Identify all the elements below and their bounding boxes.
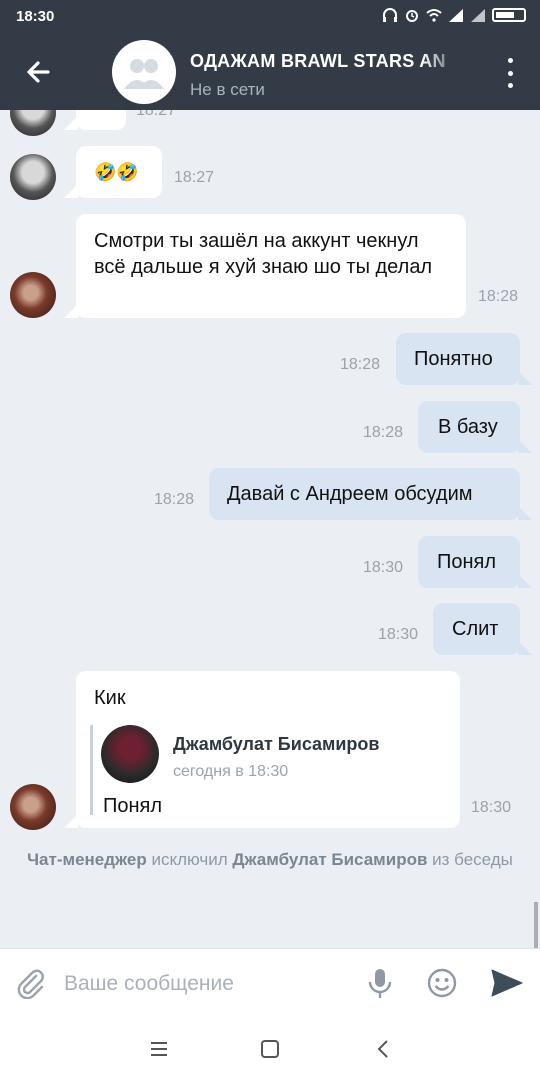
message-time: 18:27 xyxy=(174,169,215,186)
message-text: Смотри ты зашёл на аккунт чекнул всё дал… xyxy=(94,230,433,278)
scrollbar[interactable] xyxy=(534,902,538,948)
avatar[interactable] xyxy=(10,154,56,200)
chat-avatar[interactable] xyxy=(112,40,176,104)
message-text: В базу xyxy=(438,416,498,438)
message-time: 18:30 xyxy=(378,626,419,643)
message-input[interactable] xyxy=(64,969,344,999)
chat-header: ОДАЖАМ BRAWL STARS AN Не в сети xyxy=(0,34,540,110)
alarm-icon xyxy=(406,10,418,22)
avatar[interactable] xyxy=(10,784,56,830)
chat-title[interactable]: ОДАЖАМ BRAWL STARS AN xyxy=(190,51,462,72)
signal-2-icon xyxy=(471,9,485,22)
microphone-icon[interactable] xyxy=(366,967,394,999)
avatar[interactable] xyxy=(10,110,56,136)
message-bubble[interactable]: Давай с Андреем обсудим xyxy=(209,468,532,520)
system-nav-bar xyxy=(0,1018,540,1080)
message-time: 18:30 xyxy=(363,559,404,576)
message-time: 18:28 xyxy=(340,356,381,373)
message-text: 🤣🤣 xyxy=(94,162,139,182)
forwarded-date: сегодня в 18:30 xyxy=(173,763,289,780)
message-time: 18:28 xyxy=(363,424,404,441)
group-icon xyxy=(124,59,164,89)
message-time: 18:28 xyxy=(478,288,519,305)
message-text: Кик xyxy=(94,687,126,709)
status-icons xyxy=(382,8,526,22)
message-list[interactable]: 18:27 🤣🤣 18:27 Смотри ты зашёл на аккунт… xyxy=(0,110,540,948)
back-nav-icon[interactable] xyxy=(371,1036,397,1062)
forwarded-avatar[interactable] xyxy=(101,725,159,783)
status-time: 18:30 xyxy=(16,8,55,25)
paperclip-icon[interactable] xyxy=(14,967,46,999)
message-bubble[interactable]: Понял xyxy=(418,536,532,588)
message-bubble[interactable]: Слит xyxy=(433,603,532,655)
message-composer xyxy=(0,948,540,1018)
message-time: 18:28 xyxy=(154,491,195,508)
message-bubble[interactable]: В базу xyxy=(418,401,532,453)
forwarded-author[interactable]: Джамбулат Бисамиров xyxy=(173,731,380,757)
forwarded-text: Понял xyxy=(103,795,163,817)
service-actor[interactable]: Чат-менеджер xyxy=(27,850,147,869)
service-message: Чат-менеджер исключил Джамбулат Бисамиро… xyxy=(10,848,530,872)
menu-icon[interactable] xyxy=(146,1036,172,1062)
service-suffix: из беседы xyxy=(432,850,513,869)
wifi-icon xyxy=(426,9,442,22)
battery-icon xyxy=(492,8,526,22)
forwarded-message[interactable]: Джамбулат Бисамиров сегодня в 18:30 Поня… xyxy=(90,725,420,817)
message-time: 18:30 xyxy=(471,799,512,816)
status-bar: 18:30 xyxy=(0,0,540,34)
message-bubble[interactable] xyxy=(64,110,126,130)
message-bubble[interactable]: Понятно xyxy=(396,333,532,385)
emoji-icon[interactable] xyxy=(426,967,458,999)
message-bubble[interactable]: 🤣🤣 xyxy=(64,146,162,198)
message-bubble[interactable]: Смотри ты зашёл на аккунт чекнул всё дал… xyxy=(64,214,466,318)
back-arrow-icon[interactable] xyxy=(20,54,56,90)
signal-icon xyxy=(449,9,463,22)
headphones-icon xyxy=(383,8,397,22)
home-icon[interactable] xyxy=(257,1036,283,1062)
message-bubble[interactable]: Кик Джамбулат Бисамиров сегодня в 18:30 … xyxy=(64,671,460,828)
message-text: Понял xyxy=(437,551,497,573)
service-target[interactable]: Джамбулат Бисамиров xyxy=(232,850,427,869)
message-text: Слит xyxy=(452,618,499,640)
service-action: исключил xyxy=(151,850,228,869)
chat-status: Не в сети xyxy=(190,80,265,99)
more-menu-icon[interactable] xyxy=(506,58,514,88)
send-icon[interactable] xyxy=(490,967,524,999)
avatar[interactable] xyxy=(10,272,56,318)
message-text: Давай с Андреем обсудим xyxy=(227,483,473,505)
message-text: Понятно xyxy=(414,348,493,370)
message-time: 18:27 xyxy=(136,110,177,119)
